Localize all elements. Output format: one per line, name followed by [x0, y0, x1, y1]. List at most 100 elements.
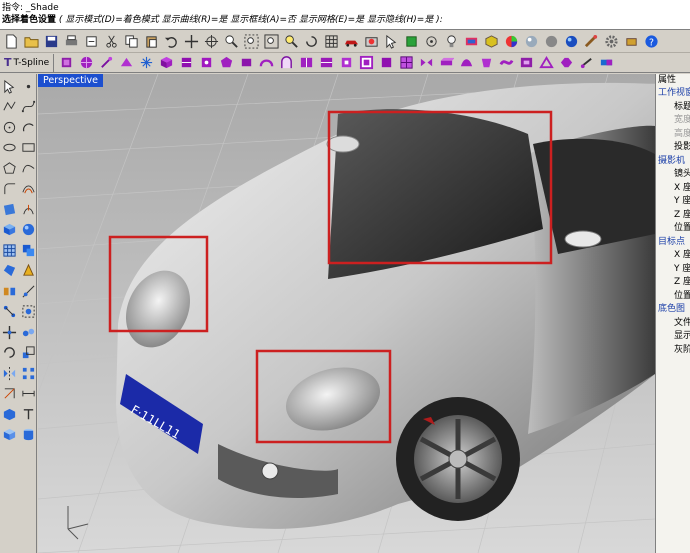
select-icon[interactable]: [382, 33, 401, 51]
ts-pipe-icon[interactable]: [497, 54, 516, 72]
surface-corner-icon[interactable]: [0, 199, 18, 219]
paste-icon[interactable]: [142, 33, 161, 51]
cylinder-icon[interactable]: [19, 425, 37, 445]
material-icon[interactable]: [482, 33, 501, 51]
zoom-extents-icon[interactable]: [262, 33, 281, 51]
ts-fit-icon[interactable]: [537, 54, 556, 72]
ts-display-icon[interactable]: [577, 54, 596, 72]
polyline-icon[interactable]: [0, 97, 18, 117]
ellipse-icon[interactable]: [0, 138, 18, 158]
split-icon[interactable]: [19, 281, 37, 301]
options-icon[interactable]: [582, 33, 601, 51]
offset-curve-icon[interactable]: [19, 179, 37, 199]
polygon-icon[interactable]: [0, 158, 18, 178]
save-icon[interactable]: [42, 33, 61, 51]
join-icon[interactable]: [0, 281, 18, 301]
ts-thicken-icon[interactable]: [437, 54, 456, 72]
undo-view-icon[interactable]: [302, 33, 321, 51]
ts-delete-icon[interactable]: [357, 54, 376, 72]
box-solid-icon[interactable]: [0, 220, 18, 240]
layer-icon[interactable]: [462, 33, 481, 51]
ts-insert-icon[interactable]: [317, 54, 336, 72]
zoom-window-icon[interactable]: [242, 33, 261, 51]
undo-icon[interactable]: [162, 33, 181, 51]
ts-sphere-icon[interactable]: [77, 54, 96, 72]
import-icon[interactable]: [82, 33, 101, 51]
freeform-icon[interactable]: [19, 158, 37, 178]
plugin-icon[interactable]: [622, 33, 641, 51]
copy-object-icon[interactable]: [19, 322, 37, 342]
car-render-canvas[interactable]: F·11LL11: [38, 74, 655, 553]
new-file-icon[interactable]: [2, 33, 21, 51]
render-left-icon[interactable]: [0, 404, 18, 424]
rotate-view-icon[interactable]: [202, 33, 221, 51]
ts-edge-icon[interactable]: [177, 54, 196, 72]
arc-icon[interactable]: [19, 117, 37, 137]
text-tool-icon[interactable]: [19, 404, 37, 424]
properties-section-header[interactable]: 目标点: [658, 236, 685, 249]
rotate-icon[interactable]: [0, 343, 18, 363]
select-arrow-icon[interactable]: [0, 76, 18, 96]
shade-icon[interactable]: [362, 33, 381, 51]
ts-weld-icon[interactable]: [237, 54, 256, 72]
ts-crease-icon[interactable]: [117, 54, 136, 72]
lightbulb-icon[interactable]: [442, 33, 461, 51]
command-area[interactable]: 指令: _Shade 选择着色设置 ( 显示模式(D)=着色模式 显示曲线(R)…: [0, 0, 690, 30]
array-icon[interactable]: [19, 363, 37, 383]
viewport-title-tab[interactable]: Perspective: [38, 74, 104, 87]
ts-face-icon[interactable]: [157, 54, 176, 72]
ts-split-icon[interactable]: [297, 54, 316, 72]
print-icon[interactable]: [62, 33, 81, 51]
ts-box-icon[interactable]: [57, 54, 76, 72]
ts-loop-icon[interactable]: [217, 54, 236, 72]
box-small-icon[interactable]: [0, 425, 18, 445]
copy-icon[interactable]: [122, 33, 141, 51]
sphere-solid-icon[interactable]: [19, 220, 37, 240]
tsplines-tab[interactable]: T T-Spline: [2, 53, 55, 72]
fillet-curve-icon[interactable]: [0, 179, 18, 199]
mesh-icon[interactable]: [0, 240, 18, 260]
blend-surface-icon[interactable]: [0, 261, 18, 281]
extrude-surface-icon[interactable]: [19, 199, 37, 219]
properties-section-header[interactable]: 摄影机: [658, 155, 685, 168]
help-icon[interactable]: ?: [642, 33, 661, 51]
ts-rebuild-icon[interactable]: [517, 54, 536, 72]
ts-convert-icon[interactable]: [377, 54, 396, 72]
zoom-selected-icon[interactable]: [282, 33, 301, 51]
render-icon[interactable]: [542, 33, 561, 51]
group-icon[interactable]: [19, 302, 37, 322]
ts-append-icon[interactable]: [337, 54, 356, 72]
rectangle-icon[interactable]: [19, 138, 37, 158]
mirror-icon[interactable]: [0, 363, 18, 383]
trim-icon[interactable]: [19, 261, 37, 281]
ts-subdivide-icon[interactable]: [397, 54, 416, 72]
curve-points-icon[interactable]: [19, 97, 37, 117]
analyze-icon[interactable]: [0, 384, 18, 404]
properties-section-header[interactable]: 工作视窗: [658, 87, 690, 100]
car-icon[interactable]: [342, 33, 361, 51]
dimension-icon[interactable]: [19, 384, 37, 404]
point-icon[interactable]: [19, 76, 37, 96]
ts-vertex-icon[interactable]: [197, 54, 216, 72]
scale-icon[interactable]: [19, 343, 37, 363]
properties-section-header[interactable]: 底色图: [658, 303, 685, 316]
command-prompt-options[interactable]: ( 显示模式(D)=着色模式 显示曲线(R)=是 显示框线(A)=否 显示网格(…: [59, 15, 443, 25]
explode-icon[interactable]: [0, 302, 18, 322]
ts-manipulator-icon[interactable]: [97, 54, 116, 72]
zoom-icon[interactable]: [222, 33, 241, 51]
sphere-render-icon[interactable]: [522, 33, 541, 51]
open-folder-icon[interactable]: [22, 33, 41, 51]
ts-smooth-icon[interactable]: [457, 54, 476, 72]
grid-icon[interactable]: [322, 33, 341, 51]
ts-fill-icon[interactable]: [477, 54, 496, 72]
ts-mirror-icon[interactable]: [417, 54, 436, 72]
command-prompt-line[interactable]: 选择着色设置 ( 显示模式(D)=着色模式 显示曲线(R)=是 显示框线(A)=…: [2, 14, 443, 26]
gear-icon[interactable]: [602, 33, 621, 51]
pan-icon[interactable]: [182, 33, 201, 51]
ts-arch-icon[interactable]: [277, 54, 296, 72]
ts-bridge-icon[interactable]: [257, 54, 276, 72]
move-icon[interactable]: [0, 322, 18, 342]
ts-standardize-icon[interactable]: [557, 54, 576, 72]
ts-extrude-icon[interactable]: [137, 54, 156, 72]
boolean-union-icon[interactable]: [19, 240, 37, 260]
